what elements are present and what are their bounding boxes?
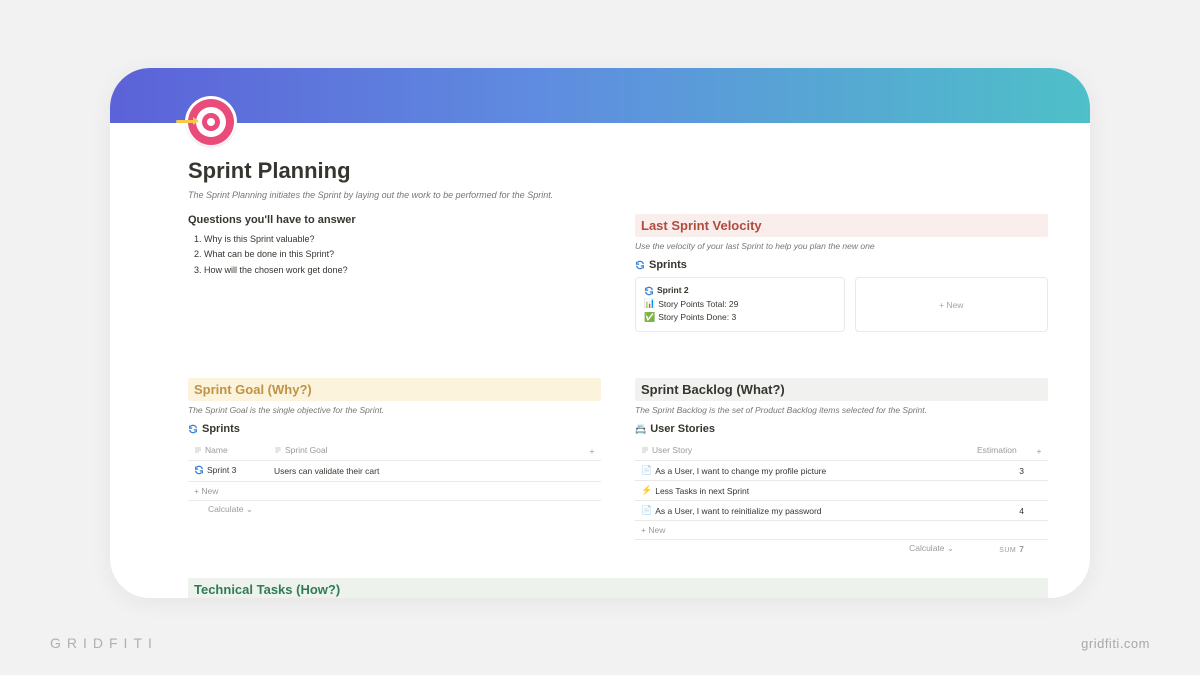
page-description: The Sprint Planning initiates the Sprint… [188,190,1048,200]
sync-icon [194,465,204,475]
col-est: Estimation [977,445,1017,455]
new-row-button[interactable]: + New [188,482,601,501]
backlog-db-title[interactable]: 📇 User Stories [635,423,1048,435]
goal-db-title[interactable]: Sprints [188,423,601,435]
cell-est [960,481,1030,501]
user-stories-icon: 📇 [635,424,646,435]
col-story: User Story [652,445,692,455]
sync-icon [188,424,198,434]
check-icon: ✅ [644,311,655,325]
app-window: Sprint Planning The Sprint Planning init… [110,68,1090,598]
db-title-text: Sprints [649,259,687,271]
sprint-card[interactable]: Sprint 2 📊Story Points Total: 29 ✅Story … [635,277,845,332]
cover-banner [110,68,1090,123]
page-content: Sprint Planning The Sprint Planning init… [188,158,1048,598]
question-item: How will the chosen work get done? [204,263,601,278]
sync-icon [635,260,645,270]
goal-description: The Sprint Goal is the single objective … [188,405,601,415]
new-row-button[interactable]: + New [635,521,1048,540]
title-prop-icon [194,446,202,454]
velocity-db-title[interactable]: Sprints [635,259,1048,271]
calculate-button[interactable]: Calculate ⌄ [635,540,960,559]
col-name: Name [205,445,228,455]
title-prop-icon [641,446,649,454]
questions-list: Why is this Sprint valuable? What can be… [188,232,601,278]
backlog-description: The Sprint Backlog is the set of Product… [635,405,1048,415]
cell-story: Less Tasks in next Sprint [655,486,749,496]
velocity-heading: Last Sprint Velocity [635,214,1048,237]
sum-value: 7 [1019,544,1024,554]
table-row[interactable]: 📄As a User, I want to reinitialize my pa… [635,501,1048,521]
sigma-icon: 📊 [644,297,655,311]
table-row[interactable]: ⚡Less Tasks in next Sprint [635,481,1048,501]
add-column-button[interactable]: + [1030,441,1048,461]
backlog-heading: Sprint Backlog (What?) [635,378,1048,401]
velocity-description: Use the velocity of your last Sprint to … [635,241,1048,251]
page-title: Sprint Planning [188,158,1048,184]
db-title-text: Sprints [202,423,240,435]
add-column-button[interactable]: + [583,441,601,461]
cell-est: 4 [960,501,1030,521]
backlog-table: User Story Estimation + 📄As a User, I wa… [635,441,1048,558]
cell-name: Sprint 3 [207,465,236,475]
table-row[interactable]: Sprint 3 Users can validate their cart [188,461,601,482]
brand-logo: GRIDFITI [50,635,158,651]
number-prop-icon [966,446,974,454]
sync-icon [644,286,654,296]
row-icon: 📄 [641,505,652,516]
goal-table: Name Sprint Goal + Sprint 3 Users can va… [188,441,601,519]
question-item: Why is this Sprint valuable? [204,232,601,247]
new-card-button[interactable]: + New [855,277,1049,332]
cell-goal: Users can validate their cart [268,461,583,482]
sum-label: SUM [999,547,1016,554]
card-title: Sprint 2 [657,284,689,297]
text-prop-icon [274,446,282,454]
card-done: Story Points Done: 3 [658,311,736,324]
table-row[interactable]: 📄As a User, I want to change my profile … [635,461,1048,481]
cell-story: As a User, I want to reinitialize my pas… [655,506,821,516]
row-icon: 📄 [641,465,652,476]
goal-heading: Sprint Goal (Why?) [188,378,601,401]
db-title-text: User Stories [650,423,715,435]
calculate-button[interactable]: Calculate ⌄ [188,501,601,520]
col-goal: Sprint Goal [285,445,328,455]
cell-est: 3 [960,461,1030,481]
card-total: Story Points Total: 29 [658,298,738,311]
questions-heading: Questions you'll have to answer [188,214,601,226]
cell-story: As a User, I want to change my profile p… [655,466,826,476]
tech-heading: Technical Tasks (How?) [188,578,1048,598]
page-icon-target[interactable] [185,96,237,148]
question-item: What can be done in this Sprint? [204,247,601,262]
row-icon: ⚡ [641,485,652,496]
brand-url: gridfiti.com [1081,636,1150,651]
